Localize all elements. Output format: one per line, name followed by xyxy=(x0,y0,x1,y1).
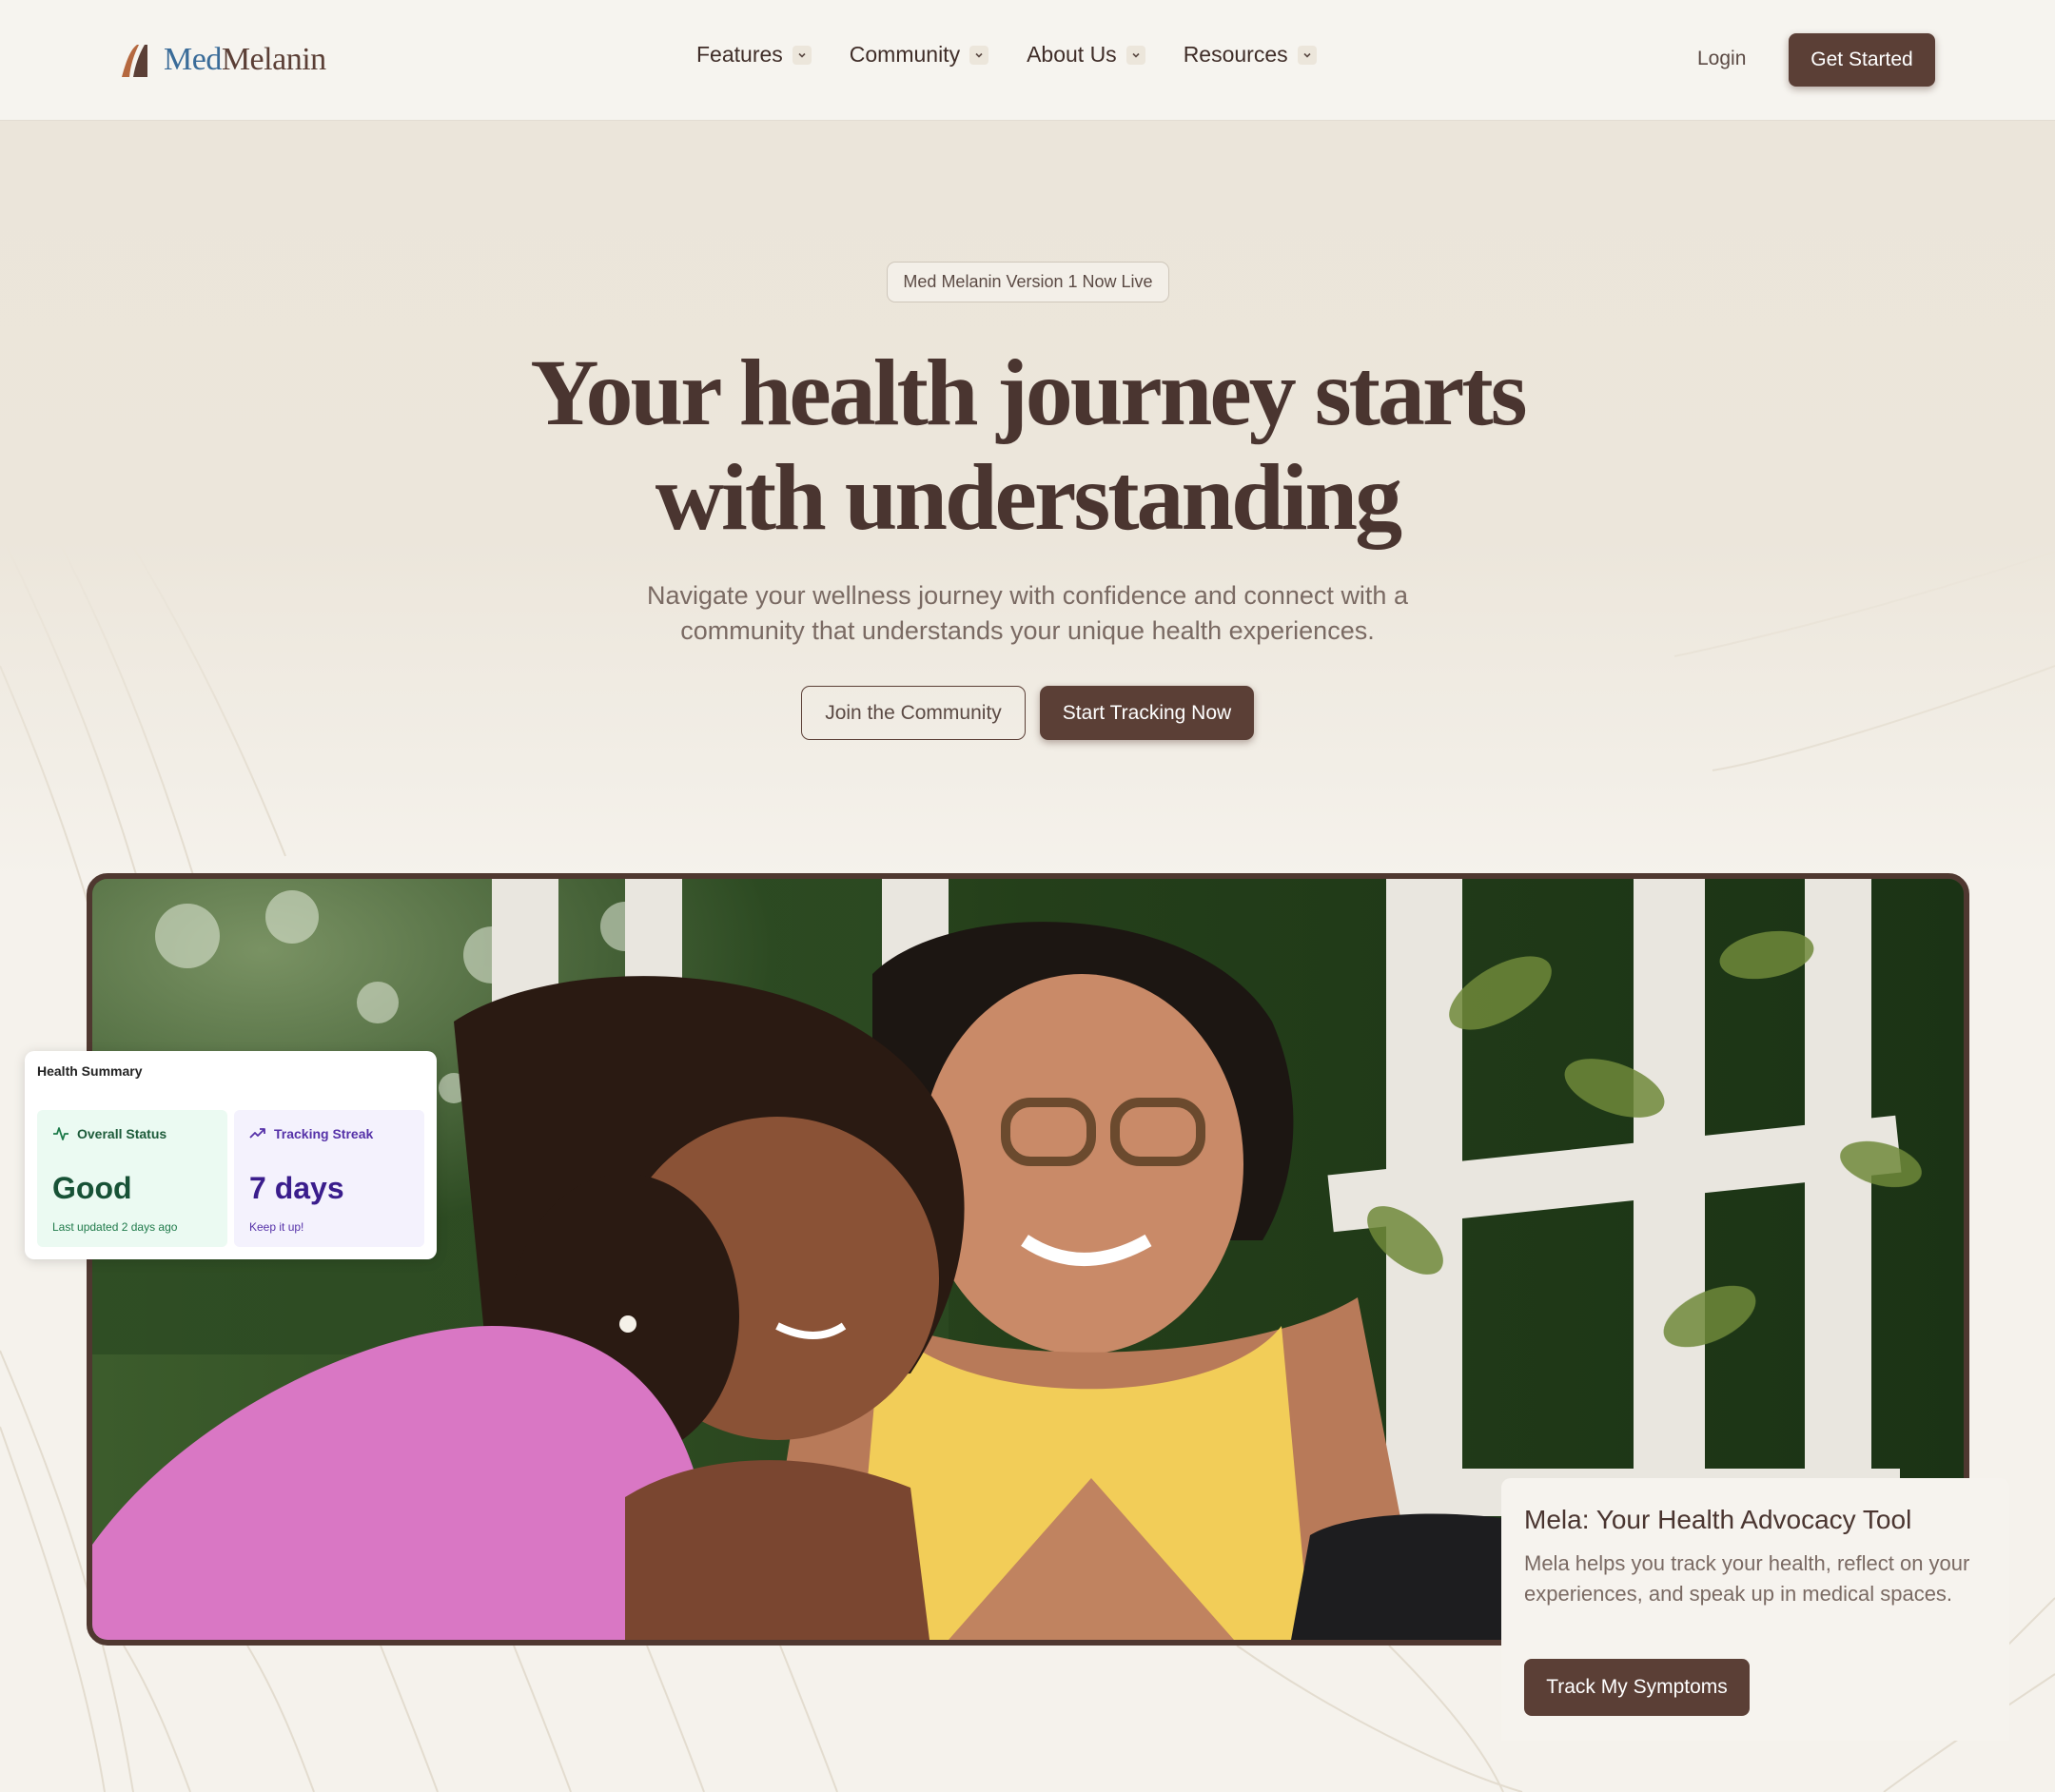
overall-status-note: Last updated 2 days ago xyxy=(52,1220,178,1234)
nav-item-community[interactable]: Community xyxy=(849,42,989,68)
nav-item-features[interactable]: Features xyxy=(696,42,812,68)
logo-text-med: Med xyxy=(164,42,222,77)
nav-item-label: Resources xyxy=(1183,42,1288,67)
chevron-down-icon xyxy=(969,45,989,65)
logo-text-melanin: Melanin xyxy=(221,42,326,77)
nav-item-label: Features xyxy=(696,42,783,67)
mela-feature-card: Mela: Your Health Advocacy Tool Mela hel… xyxy=(1501,1478,2009,1741)
overall-status-label: Overall Status xyxy=(77,1126,167,1141)
tracking-streak-label: Tracking Streak xyxy=(274,1126,374,1141)
nav-item-label: About Us xyxy=(1027,42,1117,67)
chevron-down-icon xyxy=(1125,45,1145,65)
mela-title: Mela: Your Health Advocacy Tool xyxy=(1524,1505,1912,1534)
overall-status-value: Good xyxy=(52,1171,132,1205)
subtitle-line-1: Navigate your wellness journey with conf… xyxy=(647,581,1408,610)
get-started-button[interactable]: Get Started xyxy=(1789,33,1935,87)
track-symptoms-button[interactable]: Track My Symptoms xyxy=(1524,1659,1750,1716)
mela-description: Mela helps you track your health, reflec… xyxy=(1524,1551,1970,1606)
join-community-button[interactable]: Join the Community xyxy=(801,686,1026,740)
login-link[interactable]: Login xyxy=(1697,48,1746,70)
logo-text: MedMelanin xyxy=(164,42,326,78)
start-tracking-button[interactable]: Start Tracking Now xyxy=(1040,686,1254,740)
trending-up-icon xyxy=(249,1128,265,1139)
overall-status-header: Overall Status xyxy=(52,1125,166,1142)
nav-item-label: Community xyxy=(849,42,961,67)
overall-status-panel: Overall Status Good Last updated 2 days … xyxy=(37,1110,227,1247)
hero-headline: Your health journey starts with understa… xyxy=(362,341,1693,550)
health-summary-title: Health Summary xyxy=(37,1063,143,1079)
subtitle-line-2: community that understands your unique h… xyxy=(680,616,1375,645)
activity-icon xyxy=(53,1127,68,1140)
chevron-down-icon xyxy=(792,45,812,65)
tracking-streak-value: 7 days xyxy=(249,1171,344,1205)
nav-item-about-us[interactable]: About Us xyxy=(1027,42,1145,68)
logo-mark-icon xyxy=(122,45,147,77)
tracking-streak-note: Keep it up! xyxy=(249,1220,304,1234)
version-badge: Med Melanin Version 1 Now Live xyxy=(887,262,1169,302)
chevron-down-icon xyxy=(1297,45,1317,65)
health-summary-card: Health Summary Overall Status Good Last … xyxy=(25,1051,437,1259)
headline-line-1: Your health journey starts xyxy=(530,340,1527,445)
main-menu: Features Community About Us Resources xyxy=(696,42,1355,68)
logo[interactable]: MedMelanin xyxy=(118,40,326,80)
headline-line-2: with understanding xyxy=(655,444,1402,550)
tracking-streak-header: Tracking Streak xyxy=(249,1125,373,1142)
nav-item-resources[interactable]: Resources xyxy=(1184,42,1317,68)
tracking-streak-panel: Tracking Streak 7 days Keep it up! xyxy=(234,1110,424,1247)
top-navigation: MedMelanin Features Community About Us R… xyxy=(0,0,2055,121)
hero-subtitle: Navigate your wellness journey with conf… xyxy=(609,578,1446,649)
